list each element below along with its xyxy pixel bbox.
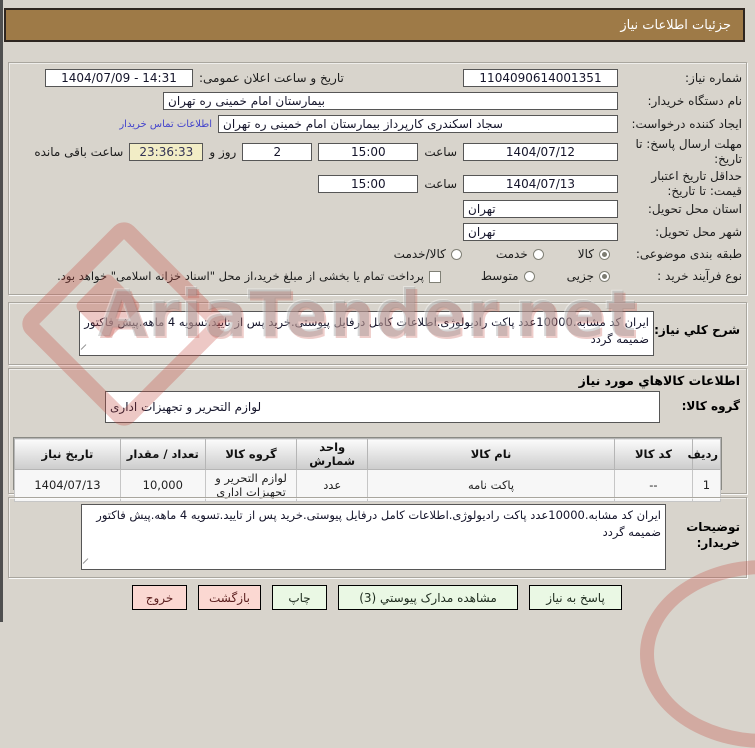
- validity-date-field[interactable]: 1404/07/13: [463, 175, 618, 193]
- goods-table: ردیف کد کالا نام کالا واحد شمارش گروه کا…: [13, 437, 722, 502]
- creator-field[interactable]: سجاد اسکندری کارپرداز بیمارستان امام خمی…: [218, 115, 618, 133]
- goods-section-header: اطلاعات کالاهاي مورد نیاز: [578, 373, 740, 388]
- radio-icon[interactable]: [599, 271, 610, 282]
- radio-icon[interactable]: [532, 249, 544, 260]
- treasury-checkbox-option[interactable]: پرداخت تمام یا بخشی از مبلغ خرید،از محل …: [13, 269, 441, 283]
- creator-label: ایجاد کننده درخواست:: [631, 116, 742, 131]
- radio-icon[interactable]: [523, 271, 535, 282]
- radio-option-kala-khedmat[interactable]: کالا/خدمت: [394, 247, 462, 262]
- radio-option-motevasset[interactable]: متوسط: [481, 269, 535, 284]
- goods-table-header-row: ردیف کد کالا نام کالا واحد شمارش گروه کا…: [14, 438, 722, 470]
- deadline-time-field[interactable]: 15:00: [318, 143, 419, 161]
- col-code: کد کالا: [614, 438, 693, 470]
- radio-icon[interactable]: [599, 249, 610, 260]
- radio-option-kala[interactable]: کالا: [578, 247, 610, 262]
- row-city: شهر محل تحویل: تهران: [13, 223, 742, 241]
- exit-button[interactable]: خروج: [132, 585, 187, 610]
- row-deadline: مهلت ارسال پاسخ: تا تاریخ: 1404/07/12 سا…: [13, 137, 742, 167]
- col-qty: تعداد / مقدار: [119, 438, 206, 470]
- deadline-hour-label: ساعت: [424, 144, 457, 159]
- process-type-label: نوع فرآیند خرید :: [657, 269, 742, 283]
- radio-option-khedmat[interactable]: خدمت: [496, 247, 544, 262]
- need-number-label: شماره نیاز:: [685, 70, 742, 85]
- col-row-no: ردیف: [687, 438, 722, 470]
- action-buttons: پاسخ به نیاز مشاهده مدارک پیوستي (3) چاپ…: [132, 585, 622, 610]
- row-creator: ایجاد کننده درخواست: سجاد اسکندری کارپرد…: [13, 115, 742, 133]
- radio-icon[interactable]: [450, 249, 462, 260]
- checkbox-icon[interactable]: [428, 270, 441, 283]
- buyer-org-label: نام دستگاه خریدار:: [647, 93, 743, 108]
- col-name: نام کالا: [366, 438, 616, 470]
- goods-group-field[interactable]: لوازم التحریر و تجهیزات اداری: [105, 391, 660, 423]
- row-buyer-org: نام دستگاه خریدار: بیمارستان امام خمینی …: [13, 92, 742, 110]
- deadline-label: مهلت ارسال پاسخ: تا تاریخ:: [635, 137, 742, 166]
- section-description: شرح کلي نیاز: ایران کد مشابه.10000عدد پا…: [8, 302, 747, 365]
- section-need-info: شماره نیاز: 1104090614001351 تاریخ و ساع…: [8, 62, 747, 295]
- buyer-notes-text: ایران کد مشابه.10000عدد پاکت رادیولوژی.ا…: [96, 508, 661, 539]
- announce-datetime-label: تاریخ و ساعت اعلان عمومی:: [199, 70, 344, 85]
- col-group: گروه کالا: [204, 438, 298, 470]
- print-button[interactable]: چاپ: [272, 585, 327, 610]
- radio-option-jozii[interactable]: جزیی: [567, 269, 610, 284]
- deadline-date-field[interactable]: 1404/07/12: [463, 143, 618, 161]
- description-text: ایران کد مشابه.10000عدد پاکت رادیولوژی.ا…: [84, 315, 649, 346]
- days-conj-label: روز و: [209, 144, 237, 159]
- remaining-days-field[interactable]: 2: [242, 143, 313, 161]
- respond-to-need-button[interactable]: پاسخ به نیاز: [529, 585, 622, 610]
- buyer-notes-label: توضیحات خریدار:: [686, 520, 740, 550]
- treasury-checkbox-label: پرداخت تمام یا بخشی از مبلغ خرید،از محل …: [57, 269, 424, 284]
- row-province: استان محل تحویل: تهران: [13, 200, 742, 218]
- buyer-org-field[interactable]: بیمارستان امام خمینی ره تهران: [163, 92, 618, 110]
- resize-handle-icon[interactable]: [82, 558, 94, 569]
- window-left-edge: [0, 0, 3, 622]
- description-textarea[interactable]: ایران کد مشابه.10000عدد پاکت رادیولوژی.ا…: [79, 311, 654, 356]
- col-need-date: تاریخ نیاز: [14, 438, 121, 470]
- validity-hour-label: ساعت: [424, 176, 457, 191]
- titlebar: جزئیات اطلاعات نیاز: [4, 8, 745, 42]
- row-process-type: نوع فرآیند خرید : جزیی متوسط پرداخت تمام…: [13, 269, 742, 284]
- city-field[interactable]: تهران: [463, 223, 618, 241]
- description-label: شرح کلي نیاز:: [654, 323, 740, 337]
- resize-handle-icon[interactable]: [80, 344, 92, 355]
- province-label: استان محل تحویل:: [647, 201, 742, 216]
- page-title: جزئیات اطلاعات نیاز: [620, 17, 731, 33]
- buyer-contact-link[interactable]: اطلاعات تماس خریدار: [119, 119, 212, 130]
- goods-group-label: گروه کالا:: [681, 399, 740, 413]
- validity-label: حداقل تاریخ اعتبار قیمت: تا تاریخ:: [651, 169, 742, 198]
- section-goods: اطلاعات کالاهاي مورد نیاز گروه کالا: لوا…: [8, 368, 747, 502]
- announce-datetime-field[interactable]: 1404/07/09 - 14:31: [45, 69, 193, 87]
- view-attachments-button[interactable]: مشاهده مدارک پیوستي (3): [338, 585, 518, 610]
- province-field[interactable]: تهران: [463, 200, 618, 218]
- city-label: شهر محل تحویل:: [655, 224, 742, 239]
- watermark-arc: [640, 560, 755, 748]
- back-button[interactable]: بازگشت: [198, 585, 261, 610]
- classification-label: طبقه بندی موضوعی:: [635, 247, 742, 261]
- validity-time-field[interactable]: 15:00: [318, 175, 419, 193]
- col-unit: واحد شمارش: [296, 438, 368, 470]
- need-number-field[interactable]: 1104090614001351: [463, 69, 618, 87]
- section-buyer-notes: توضیحات خریدار: ایران کد مشابه.10000عدد …: [8, 497, 747, 578]
- buyer-notes-textarea[interactable]: ایران کد مشابه.10000عدد پاکت رادیولوژی.ا…: [81, 504, 666, 570]
- row-need-number: شماره نیاز: 1104090614001351 تاریخ و ساع…: [13, 69, 742, 87]
- row-price-validity: حداقل تاریخ اعتبار قیمت: تا تاریخ: 1404/…: [13, 169, 742, 199]
- remaining-suffix-label: ساعت باقی مانده: [34, 144, 124, 159]
- row-classification: طبقه بندی موضوعی: کالا خدمت کالا/خدمت: [13, 247, 742, 262]
- remaining-time-counter: 23:36:33: [129, 143, 204, 161]
